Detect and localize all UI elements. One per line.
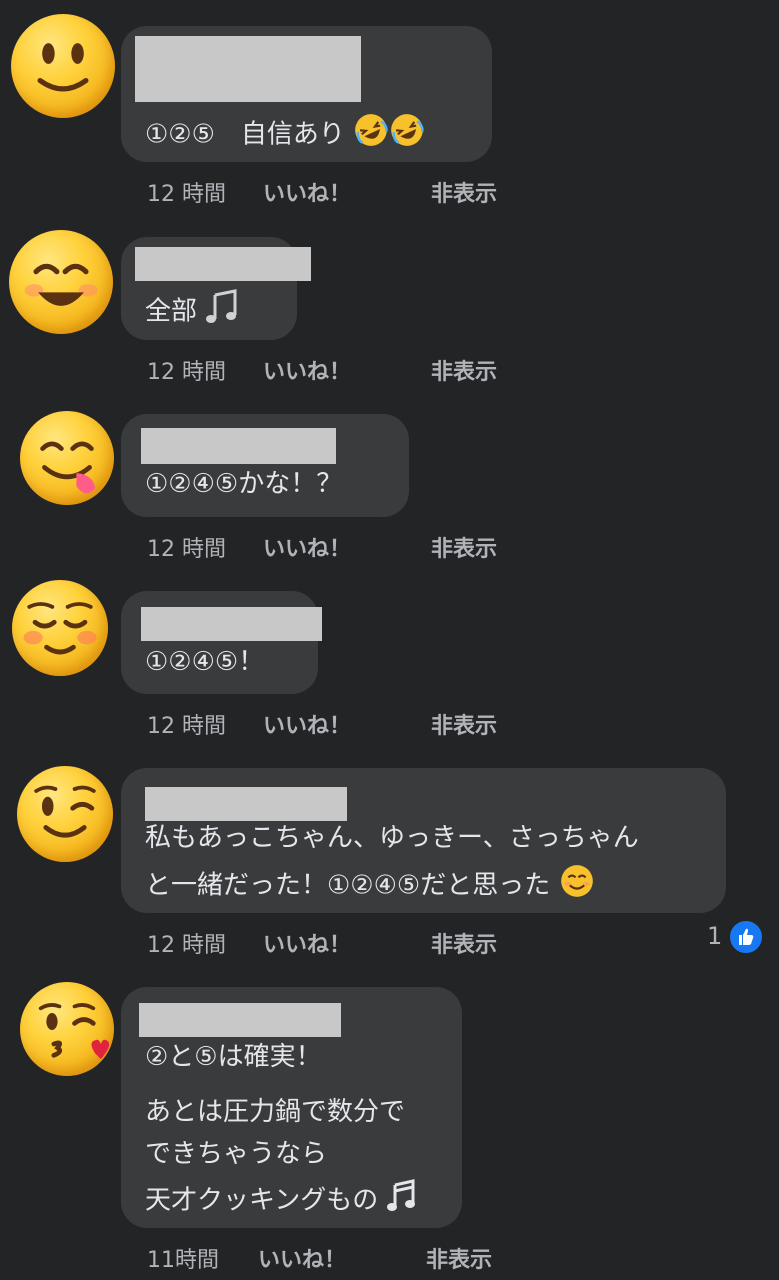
comment-bubble[interactable]: ②と⑤は確実！ あとは圧力鍋で数分で できちゃうなら 天才クッキングもの	[121, 987, 462, 1228]
rofl-emoji-icon	[389, 112, 425, 158]
comment-bubble[interactable]: 全部	[121, 237, 311, 340]
comment-4: ①②④⑤！ 12 時間 いいね！ 非表示	[0, 570, 779, 750]
avatar-smiling-face-icon[interactable]	[9, 230, 113, 334]
comment-text: ①②④⑤！	[145, 647, 265, 677]
timestamp[interactable]: 12 時間	[147, 354, 226, 386]
avatar-winking-face-icon[interactable]	[17, 766, 113, 862]
redacted-name	[141, 428, 336, 464]
rofl-emoji-icon	[353, 112, 389, 158]
comment-text-line-4: 天才クッキングもの	[145, 1179, 417, 1223]
comment-actions: 12 時間 いいね！ 非表示	[147, 708, 547, 740]
avatar-slightly-smiling-face-icon[interactable]	[11, 14, 115, 118]
comment-actions: 12 時間 いいね！ 非表示	[147, 531, 547, 563]
thumbs-up-icon[interactable]	[728, 919, 764, 955]
hide-link[interactable]: 非表示	[431, 354, 497, 386]
comment-text-line-2: あとは圧力鍋で数分で	[145, 1097, 406, 1127]
comment-bubble[interactable]: 私もあっこちゃん、ゆっきー、さっちゃん と一緒だった！①②④⑤だと思った	[121, 768, 726, 913]
like-link[interactable]: いいね！	[263, 176, 351, 208]
redacted-name	[135, 247, 311, 281]
like-link[interactable]: いいね！	[263, 354, 351, 386]
redacted-name	[145, 787, 347, 821]
avatar-relaxed-face-icon[interactable]	[12, 580, 108, 676]
musical-notes-icon	[205, 289, 239, 335]
comment-actions: 12 時間 いいね！ 非表示	[147, 176, 547, 208]
comment-bubble[interactable]: ①②④⑤かな！？	[121, 414, 409, 517]
like-link[interactable]: いいね！	[263, 927, 351, 959]
musical-notes-icon	[386, 1179, 417, 1223]
comment-text: ①②⑤ 自信あり	[145, 112, 425, 158]
avatar-yum-face-icon[interactable]	[20, 411, 114, 505]
comment-text: 全部	[145, 289, 239, 335]
hide-link[interactable]: 非表示	[431, 927, 497, 959]
comment-6: ②と⑤は確実！ あとは圧力鍋で数分で できちゃうなら 天才クッキングもの 11時…	[0, 965, 779, 1280]
comment-actions: 12 時間 いいね！ 非表示	[147, 927, 547, 959]
comment-text-line-3: できちゃうなら	[145, 1139, 328, 1169]
hide-link[interactable]: 非表示	[431, 708, 497, 740]
reaction-count[interactable]: 1	[707, 922, 722, 950]
comment-2: 全部 12 時間 いいね！ 非表示	[0, 210, 779, 390]
comment-actions: 11時間 いいね！ 非表示	[147, 1242, 547, 1274]
timestamp[interactable]: 12 時間	[147, 531, 226, 563]
comment-text-line-1: ②と⑤は確実！	[145, 1042, 322, 1072]
comment-3: ①②④⑤かな！？ 12 時間 いいね！ 非表示	[0, 390, 779, 570]
hide-link[interactable]: 非表示	[431, 176, 497, 208]
comment-bubble[interactable]: ①②⑤ 自信あり	[121, 26, 492, 162]
hide-link[interactable]: 非表示	[431, 531, 497, 563]
redacted-name	[141, 607, 322, 641]
redacted-name	[139, 1003, 341, 1037]
comment-bubble[interactable]: ①②④⑤！	[121, 591, 322, 694]
blush-emoji-icon	[559, 863, 595, 909]
like-link[interactable]: いいね！	[263, 708, 351, 740]
timestamp[interactable]: 12 時間	[147, 176, 226, 208]
comment-text: ①②④⑤かな！？	[145, 469, 343, 499]
redacted-name	[135, 36, 361, 102]
comment-5: 私もあっこちゃん、ゆっきー、さっちゃん と一緒だった！①②④⑤だと思った 12 …	[0, 750, 779, 965]
timestamp[interactable]: 12 時間	[147, 708, 226, 740]
like-link[interactable]: いいね！	[258, 1242, 346, 1274]
avatar-kissing-face-icon[interactable]	[20, 982, 114, 1076]
comment-actions: 12 時間 いいね！ 非表示	[147, 354, 547, 386]
timestamp[interactable]: 12 時間	[147, 927, 226, 959]
comment-text-line-1: 私もあっこちゃん、ゆっきー、さっちゃん	[145, 823, 639, 853]
comment-1: ①②⑤ 自信あり 12 時間 いいね！ 非表示	[0, 0, 779, 210]
hide-link[interactable]: 非表示	[426, 1242, 492, 1274]
comment-text-line-2: と一緒だった！①②④⑤だと思った	[145, 863, 595, 909]
timestamp[interactable]: 11時間	[147, 1242, 219, 1274]
like-link[interactable]: いいね！	[263, 531, 351, 563]
